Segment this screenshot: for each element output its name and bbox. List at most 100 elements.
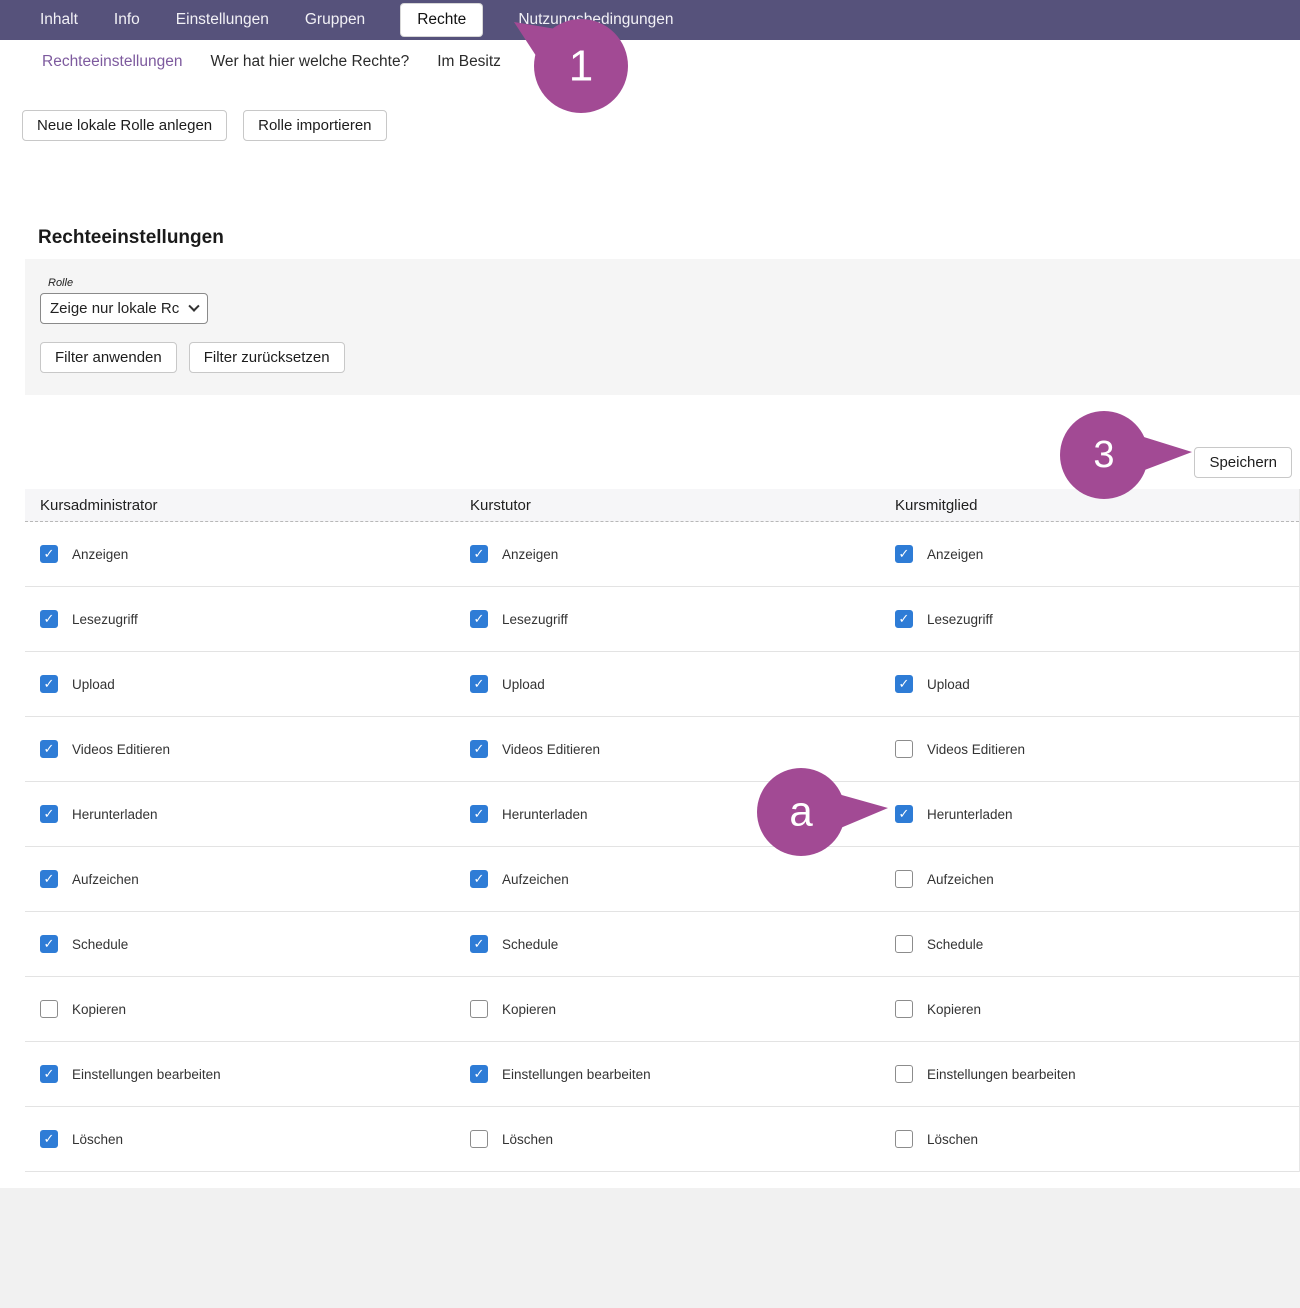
permission-checkbox[interactable]: ✓: [470, 1065, 488, 1083]
permission-checkbox[interactable]: ✓: [40, 1130, 58, 1148]
permission-checkbox[interactable]: ✓: [40, 935, 58, 953]
permission-cell: ✓Videos Editieren: [40, 740, 470, 758]
permission-checkbox[interactable]: ✓: [470, 545, 488, 563]
permission-label: Einstellungen bearbeiten: [927, 1067, 1076, 1082]
permission-label: Anzeigen: [502, 547, 558, 562]
permission-label: Löschen: [927, 1132, 978, 1147]
permission-cell: ✓ Lesezugriff: [40, 610, 470, 628]
permission-checkbox[interactable]: ✓: [40, 740, 58, 758]
permission-checkbox[interactable]: [895, 740, 913, 758]
permission-cell: Kopieren: [895, 1000, 1299, 1018]
permission-label: Einstellungen bearbeiten: [72, 1067, 221, 1082]
role-select[interactable]: Zeige nur lokale Rc: [40, 293, 208, 324]
nav-tab-gruppen[interactable]: Gruppen: [305, 11, 365, 29]
permission-checkbox[interactable]: [470, 1000, 488, 1018]
column-header-kurstutor: Kurstutor: [470, 497, 895, 514]
permission-cell: ✓ Herunterladen: [40, 805, 470, 823]
permission-checkbox[interactable]: ✓: [470, 805, 488, 823]
permission-checkbox[interactable]: ✓: [40, 1065, 58, 1083]
import-role-button[interactable]: Rolle importieren: [243, 110, 386, 141]
permission-checkbox[interactable]: [895, 1130, 913, 1148]
permission-label: Schedule: [927, 937, 983, 952]
permission-cell: Schedule: [895, 935, 1299, 953]
nav-tab-rechte[interactable]: Rechte: [401, 4, 482, 36]
nav-tab-info[interactable]: Info: [114, 11, 140, 29]
permission-cell: Videos Editieren: [895, 740, 1299, 758]
filter-reset-button[interactable]: Filter zurücksetzen: [189, 342, 345, 373]
permission-label: Herunterladen: [502, 807, 588, 822]
permission-checkbox[interactable]: ✓: [470, 740, 488, 758]
permission-cell: ✓Einstellungen bearbeiten: [470, 1065, 895, 1083]
permission-checkbox[interactable]: [895, 1065, 913, 1083]
permission-label: Lesezugriff: [502, 612, 568, 627]
permission-cell: ✓ Videos Editieren: [470, 740, 895, 758]
permission-checkbox[interactable]: ✓: [895, 675, 913, 693]
save-button[interactable]: Speichern: [1194, 447, 1292, 478]
permission-label: Löschen: [72, 1132, 123, 1147]
filter-panel: Rolle Zeige nur lokale Rc Filter anwende…: [25, 259, 1300, 395]
nav-tab-nutzungsbedingungen[interactable]: Nutzungsbedingungen: [518, 11, 673, 29]
permission-label: Videos Editieren: [502, 742, 600, 757]
permission-cell: ✓ Herunterladen: [470, 805, 895, 823]
permission-label: Upload: [72, 677, 115, 692]
permission-label: Lesezugriff: [72, 612, 138, 627]
permission-label: Kopieren: [72, 1002, 126, 1017]
permission-label: Anzeigen: [72, 547, 128, 562]
permission-checkbox[interactable]: ✓: [40, 870, 58, 888]
subnav-item-wer-hat-hier-welche-rechte-[interactable]: Wer hat hier welche Rechte?: [210, 53, 409, 71]
table-header-row: KursadministratorKurstutorKursmitglied: [25, 489, 1299, 522]
permission-checkbox[interactable]: ✓: [470, 610, 488, 628]
permission-checkbox[interactable]: ✓: [895, 610, 913, 628]
permission-cell: ✓Upload: [895, 675, 1299, 693]
permission-label: Kopieren: [502, 1002, 556, 1017]
permission-checkbox[interactable]: ✓: [470, 870, 488, 888]
permission-cell: ✓ Aufzeichen: [470, 870, 895, 888]
permission-label: Upload: [502, 677, 545, 692]
permission-checkbox[interactable]: ✓: [895, 545, 913, 563]
subnav-item-im-besitz[interactable]: Im Besitz: [437, 53, 501, 71]
permission-label: Aufzeichen: [72, 872, 139, 887]
permission-label: Herunterladen: [72, 807, 158, 822]
permission-checkbox[interactable]: [895, 870, 913, 888]
subnav-item-rechteeinstellungen[interactable]: Rechteeinstellungen: [42, 53, 182, 71]
nav-tab-inhalt[interactable]: Inhalt: [40, 11, 78, 29]
permission-label: Videos Editieren: [927, 742, 1025, 757]
permission-cell: ✓ Einstellungen bearbeiten: [40, 1065, 470, 1083]
permission-cell: ✓ Upload: [40, 675, 470, 693]
permission-label: Herunterladen: [927, 807, 1013, 822]
filter-buttons: Filter anwenden Filter zurücksetzen: [40, 342, 1300, 373]
permission-cell: ✓Schedule: [40, 935, 470, 953]
column-header-kursmitglied: Kursmitglied: [895, 497, 1299, 514]
chevron-down-icon: [188, 300, 199, 311]
permission-checkbox[interactable]: ✓: [470, 675, 488, 693]
permission-cell: Löschen: [895, 1130, 1299, 1148]
permission-label: Anzeigen: [927, 547, 983, 562]
permission-label: Kopieren: [927, 1002, 981, 1017]
column-header-kursadministrator: Kursadministrator: [40, 497, 470, 514]
permission-checkbox[interactable]: [895, 1000, 913, 1018]
permission-cell: ✓ Anzeigen: [40, 545, 470, 563]
table-row-schedule: ✓Schedule✓Schedule Schedule: [25, 912, 1299, 977]
permission-checkbox[interactable]: ✓: [895, 805, 913, 823]
permission-checkbox[interactable]: ✓: [470, 935, 488, 953]
role-action-row: Neue lokale Rolle anlegen Rolle importie…: [22, 110, 1300, 141]
permission-checkbox[interactable]: [895, 935, 913, 953]
permission-checkbox[interactable]: ✓: [40, 610, 58, 628]
permissions-table: KursadministratorKurstutorKursmitglied ✓…: [25, 489, 1300, 1172]
permission-checkbox[interactable]: [470, 1130, 488, 1148]
permission-checkbox[interactable]: ✓: [40, 675, 58, 693]
permission-checkbox[interactable]: ✓: [40, 805, 58, 823]
permission-cell: ✓Lesezugriff: [895, 610, 1299, 628]
permission-checkbox[interactable]: ✓: [40, 545, 58, 563]
permission-cell: Einstellungen bearbeiten: [895, 1065, 1299, 1083]
permission-cell: ✓ Löschen: [40, 1130, 470, 1148]
role-filter-label: Rolle: [48, 277, 1300, 289]
permission-cell: ✓ Lesezugriff: [470, 610, 895, 628]
new-local-role-button[interactable]: Neue lokale Rolle anlegen: [22, 110, 227, 141]
filter-apply-button[interactable]: Filter anwenden: [40, 342, 177, 373]
permission-checkbox[interactable]: [40, 1000, 58, 1018]
permission-cell: ✓Schedule: [470, 935, 895, 953]
permission-cell: Kopieren: [40, 1000, 470, 1018]
nav-tab-einstellungen[interactable]: Einstellungen: [176, 11, 269, 29]
permission-label: Aufzeichen: [502, 872, 569, 887]
